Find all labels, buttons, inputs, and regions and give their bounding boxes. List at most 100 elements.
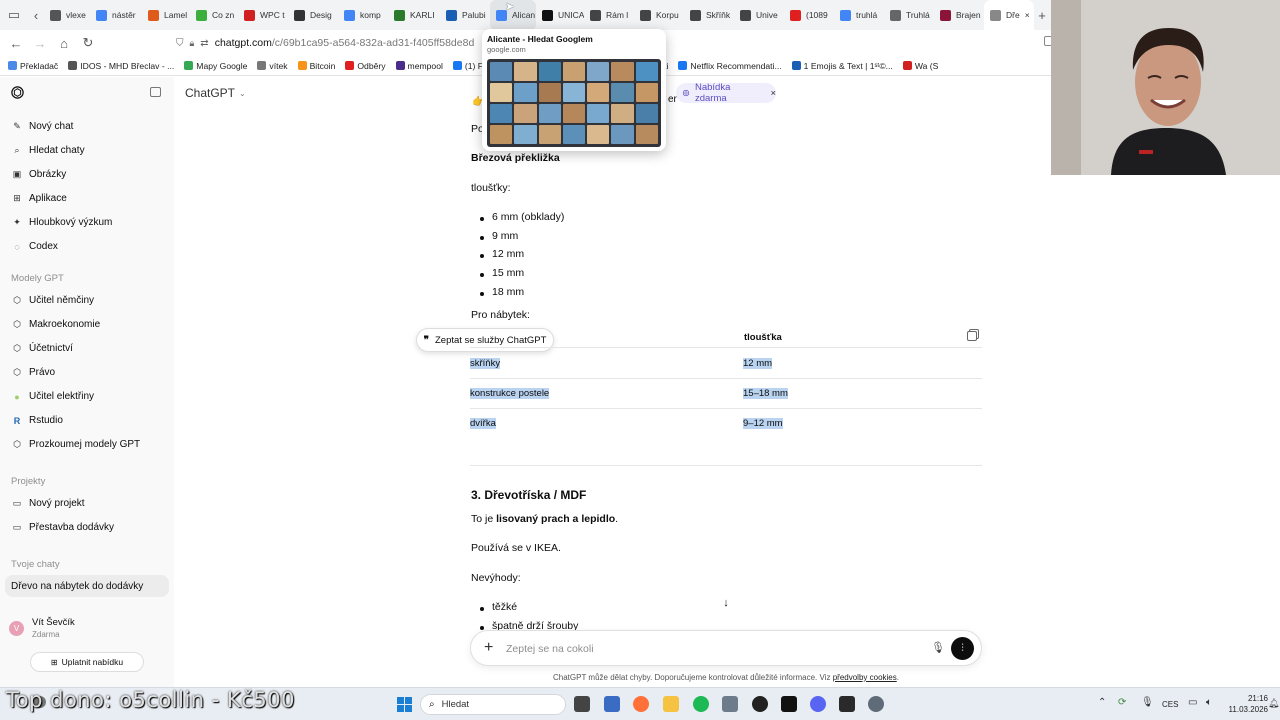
notification-bell-icon[interactable]: 🔔︎ [1268, 698, 1279, 709]
taskbar-search[interactable]: ⌕ Hledat [420, 694, 566, 715]
browser-tab[interactable]: WPC t [238, 0, 288, 30]
bookmark-item[interactable]: vítek [257, 61, 288, 71]
browser-tab[interactable]: Dře × [984, 0, 1034, 30]
page-icon [50, 9, 61, 21]
sidebar-item[interactable]: ⬡ Učitel němčiny [12, 295, 94, 306]
voice-mode-button[interactable]: ⫶ [951, 637, 974, 660]
bookmark-item[interactable]: Překladač [8, 61, 58, 71]
firefox-icon[interactable] [633, 696, 649, 712]
user-profile[interactable]: V Vít Ševčík Zdarma [9, 617, 75, 639]
scroll-down-button[interactable]: ↓ [716, 593, 736, 613]
plus-icon[interactable]: + [484, 639, 493, 657]
browser-tab[interactable]: (1089 [784, 0, 834, 30]
bookmark-item[interactable]: mempool [395, 61, 443, 71]
language-indicator[interactable]: CES [1162, 700, 1178, 709]
close-icon[interactable]: × [770, 88, 776, 99]
bookmark-item[interactable]: Netflix Recommendati... [678, 61, 782, 71]
browser-tab[interactable]: Co zn [190, 0, 238, 30]
tab-actions-icon[interactable]: ▭ [0, 3, 28, 27]
chatgpt-logo-icon[interactable] [10, 85, 25, 100]
bookmark-item[interactable]: Odběry [345, 61, 386, 71]
bookmark-item[interactable]: Mapy Google [184, 61, 247, 71]
task-view-icon[interactable] [574, 696, 590, 712]
settings-gear-icon[interactable] [868, 696, 884, 712]
sidebar-item[interactable]: ⌕ Hledat chaty [12, 145, 84, 156]
close-tab-icon[interactable]: × [1025, 10, 1030, 20]
bookmark-item[interactable]: Bitcoin [297, 61, 335, 71]
bookmark-item[interactable]: IDOS - MHD Břeclav - ... [68, 61, 174, 71]
browser-tab[interactable]: UNICA [536, 0, 584, 30]
browser-tab[interactable]: Skříňk [684, 0, 734, 30]
copy-table-icon[interactable] [967, 331, 977, 341]
browser-tab[interactable]: KARLI [388, 0, 440, 30]
calculator-icon[interactable] [722, 696, 738, 712]
sidebar-item[interactable]: R Rstudio [12, 415, 63, 426]
active-chat-item[interactable]: Dřevo na nábytek do dodávky [5, 575, 169, 597]
ask-chatgpt-button[interactable]: ❞ Zeptat se služby ChatGPT [416, 328, 554, 352]
sidebar-item[interactable]: ✦ Hloubkový výzkum [12, 217, 112, 228]
sidebar-item[interactable]: ✎ Nový chat [12, 121, 73, 132]
lock-icon[interactable]: 🔒︎ [190, 38, 195, 49]
sidebar-item[interactable]: ▭ Přestavba dodávky [12, 522, 114, 533]
collapse-sidebar-icon[interactable] [150, 87, 161, 97]
browser-tab[interactable]: vlexe [44, 0, 90, 30]
browser-tab[interactable]: truhlá [834, 0, 884, 30]
browser-tab[interactable]: Rám l [584, 0, 634, 30]
site-settings-icon[interactable]: ⇄ [200, 38, 208, 49]
bookmark-favicon-icon [395, 61, 405, 70]
redeem-offer-button[interactable]: ⊞ Uplatnit nabídku [30, 652, 144, 672]
discord-icon[interactable] [810, 696, 826, 712]
table-header-divider [470, 347, 982, 348]
chatgpt-app-icon[interactable] [752, 696, 768, 712]
bookmark-item[interactable]: Wa (S [902, 61, 938, 71]
browser-tab[interactable]: Unive [734, 0, 784, 30]
tab-scroll-left-icon[interactable]: ‹ [28, 3, 44, 27]
snipping-tool-icon[interactable] [604, 696, 620, 712]
sync-icon[interactable]: ⟳ [1118, 697, 1126, 708]
epic-games-icon[interactable] [839, 696, 855, 712]
sidebar-item[interactable]: ◌ Codex [12, 241, 58, 252]
sidebar-item[interactable]: ● Učitel elektřiny [12, 391, 94, 402]
mic-tray-icon[interactable]: 🎙︎ [1141, 697, 1154, 708]
file-explorer-icon[interactable] [663, 696, 679, 712]
composer-input[interactable]: Zeptej se na cokoli [506, 643, 594, 655]
codex-icon: ◌ [14, 241, 20, 252]
browser-tab[interactable]: Desig [288, 0, 338, 30]
sidebar-item[interactable]: ▭ Nový projekt [12, 498, 85, 509]
address-bar[interactable]: ⛉ 🔒︎ ⇄ chatgpt.com/c/69b1ca95-a564-832a-… [176, 33, 476, 53]
spotify-icon[interactable] [693, 696, 709, 712]
sidebar-item[interactable]: ⬡ Právo [12, 367, 55, 378]
volume-icon[interactable]: 🔈︎ [1206, 697, 1212, 708]
model-selector[interactable]: ChatGPT ⌄ [185, 86, 246, 100]
sidebar-item[interactable]: ⬡ Prozkoumej modely GPT [12, 439, 140, 450]
section-heading: 3. Dřevotříska / MDF [471, 488, 587, 502]
forward-icon[interactable]: → [28, 31, 52, 55]
free-offer-pill[interactable]: ⊚ Nabídka zdarma × [676, 82, 776, 104]
browser-tab[interactable]: komp [338, 0, 388, 30]
preview-tile [587, 62, 610, 81]
browser-tab[interactable]: Lamel [142, 0, 190, 30]
reload-icon[interactable]: ↻ [76, 31, 100, 55]
sidebar-item[interactable]: ⬡ Účetnictví [12, 343, 73, 354]
clock[interactable]: 21:16 11.03.2026 [1222, 693, 1268, 715]
home-icon[interactable]: ⌂ [52, 31, 76, 55]
browser-tab[interactable]: Brajen [934, 0, 984, 30]
network-icon[interactable]: ▭ [1188, 697, 1197, 708]
sidebar-item[interactable]: ⬡ Makroekonomie [12, 319, 100, 330]
browser-tab[interactable]: Truhlá [884, 0, 934, 30]
browser-tab[interactable]: Palubi [440, 0, 490, 30]
cookie-preferences-link[interactable]: předvolby cookies [833, 673, 897, 682]
bookmark-item[interactable]: 1 Emojis & Text | 1ˢᵗ©... [791, 61, 893, 71]
capcut-icon[interactable] [781, 696, 797, 712]
browser-tab[interactable]: Korpu [634, 0, 684, 30]
new-tab-icon[interactable]: + [1034, 3, 1050, 27]
back-icon[interactable]: ← [4, 31, 28, 55]
browser-tab[interactable]: nástěr [90, 0, 142, 30]
sidebar-item[interactable]: ▣ Obrázky [12, 169, 67, 180]
start-button[interactable] [397, 697, 412, 712]
sidebar-item[interactable]: ⊞ Aplikace [12, 193, 67, 204]
microphone-icon[interactable]: 🎙︎ [931, 641, 945, 654]
shield-icon[interactable]: ⛉ [176, 38, 184, 49]
show-hidden-icons[interactable]: ⌃ [1098, 697, 1106, 708]
ask-chatgpt-label: Zeptat se služby ChatGPT [434, 334, 547, 346]
